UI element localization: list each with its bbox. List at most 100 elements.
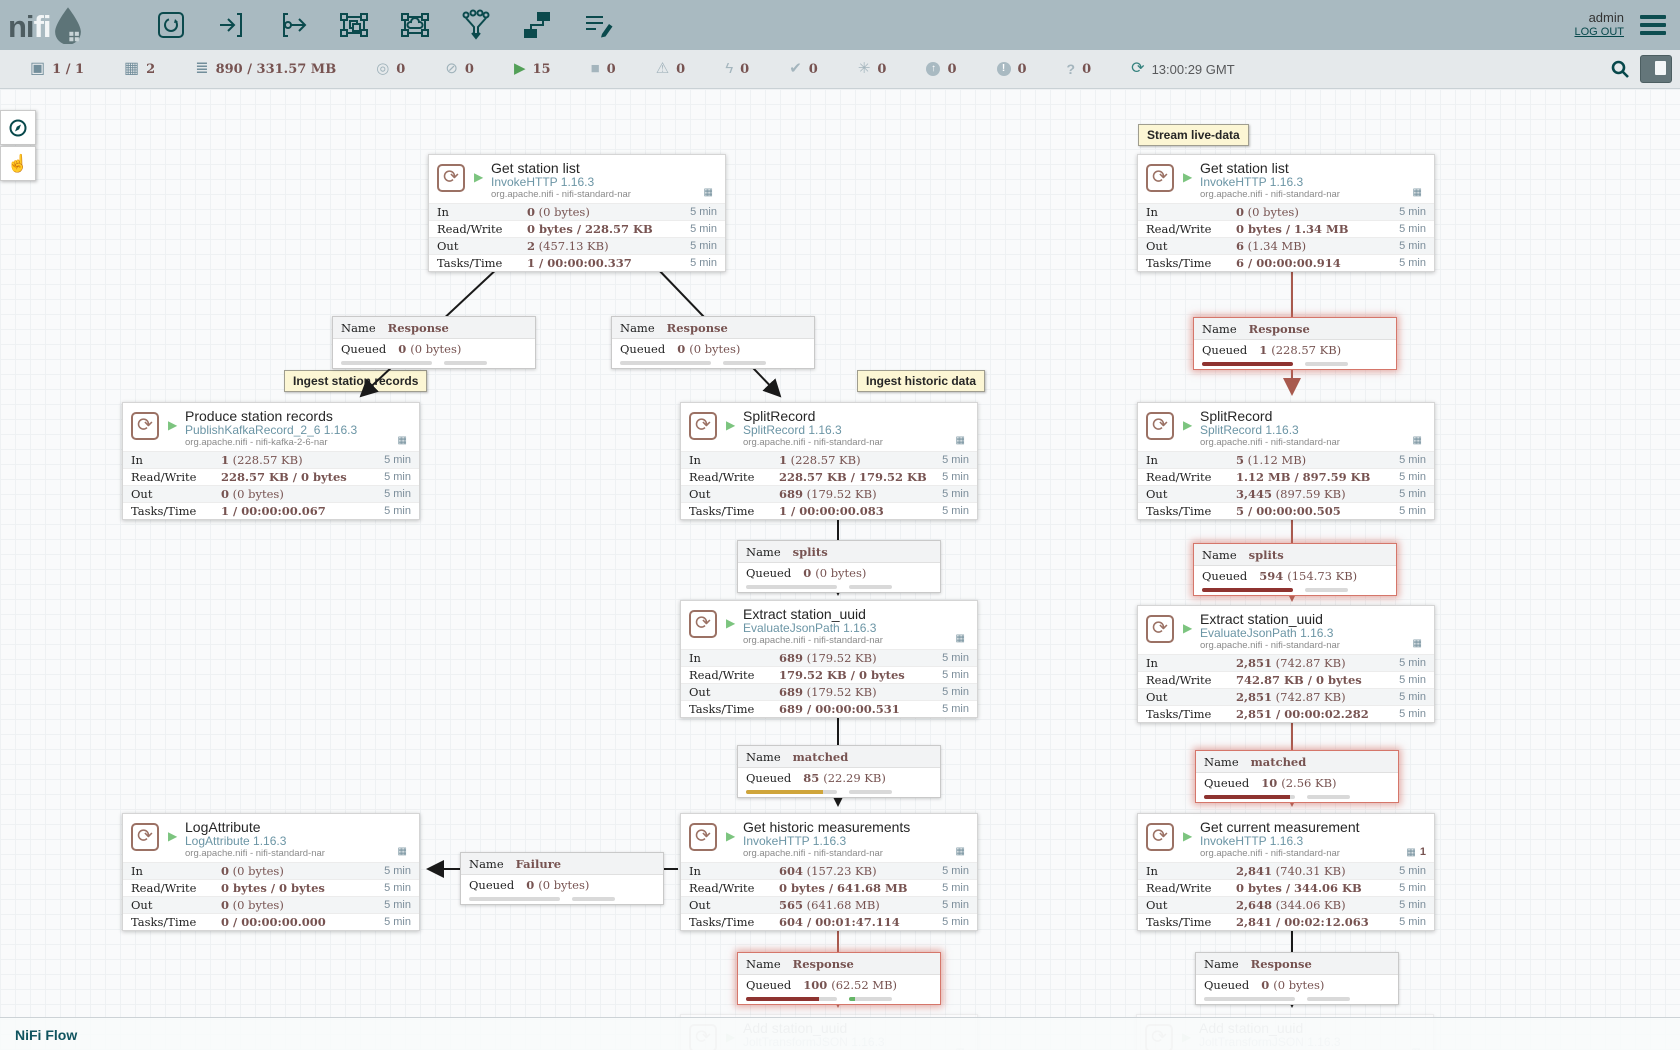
processor-name: Get station list [1200,160,1434,176]
connection-queued-row: Queued 100(62.52 MB) [738,975,940,1004]
backpressure-size-bar [849,997,891,1001]
processor-get-historic-measurements[interactable]: ⟳ ▶ Get historic measurements InvokeHTTP… [680,813,978,931]
processor-bundle: org.apache.nifi - nifi-standard-nar [491,190,725,201]
processor-get-current-measurement[interactable]: ⟳ ▶ Get current measurement InvokeHTTP 1… [1137,813,1435,931]
stat-row-tasks-time: Tasks/Time2,851 / 00:00:02.2825 min [1138,705,1434,722]
stat-row-out: Out3,445 (897.59 KB)5 min [1138,485,1434,502]
processor-bundle: org.apache.nifi - nifi-kafka-2-6-nar [185,438,419,449]
processor-header: ⟳ ▶ Get current measurement InvokeHTTP 1… [1138,814,1434,862]
stat-row-out: Out0 (0 bytes)5 min [123,485,419,502]
stat-row-tasks-time: Tasks/Time1 / 00:00:00.3375 min [429,254,725,271]
processor-name: Extract station_uuid [743,606,977,622]
processor-icon: ⟳ [1146,164,1174,192]
connection-queued-row: Queued 0(0 bytes) [612,339,814,368]
connection-resp-right-0[interactable]: Name Response Queued 0(0 bytes) [1195,952,1399,1005]
cluster-node-badge: ▦ [1413,435,1426,446]
processor-stats: In0 (0 bytes)5 minRead/Write0 bytes / 0 … [123,862,419,930]
grid-icon: ▦ [398,846,407,857]
processor-logattribute[interactable]: ⟳ ▶ LogAttribute LogAttribute 1.16.3 org… [122,813,420,931]
stat-row-read-write: Read/Write1.12 MB / 897.59 KB5 min [1138,468,1434,485]
grid-icon: ▦ [956,435,965,446]
cluster-node-badge: ▦ [956,435,969,446]
connection-queued-value: 0(0 bytes) [677,342,740,356]
processor-bundle: org.apache.nifi - nifi-standard-nar [743,636,977,647]
connection-queued-row: Queued 594(154.73 KB) [1194,566,1396,595]
backpressure-object-bar [1202,588,1293,592]
grid-icon: ▦ [1413,638,1422,649]
stat-row-tasks-time: Tasks/Time604 / 00:01:47.1145 min [681,913,977,930]
stat-row-read-write: Read/Write0 bytes / 641.68 MB5 min [681,879,977,896]
processor-get-station-list-right[interactable]: ⟳ ▶ Get station list InvokeHTTP 1.16.3 o… [1137,154,1435,272]
processor-type: EvaluateJsonPath 1.16.3 [1200,627,1434,641]
connection-name-label: Name [341,321,376,335]
processor-splitrecord-right[interactable]: ⟳ ▶ SplitRecord SplitRecord 1.16.3 org.a… [1137,402,1435,520]
stat-row-out: Out565 (641.68 MB)5 min [681,896,977,913]
connection-resp-left-2[interactable]: Name Response Queued 0(0 bytes) [611,316,815,369]
navigate-palette-icon[interactable] [0,110,36,145]
connection-name-row: Name Response [612,317,814,339]
processor-header: ⟳ ▶ Get station list InvokeHTTP 1.16.3 o… [1138,155,1434,203]
processor-bundle: org.apache.nifi - nifi-standard-nar [1200,641,1434,652]
processor-stats: In604 (157.23 KB)5 minRead/Write0 bytes … [681,862,977,930]
connection-queued-label: Queued [746,978,791,992]
processor-name: Get historic measurements [743,819,977,835]
connection-name-row: Name matched [738,746,940,768]
running-status-icon: ▶ [726,616,735,630]
connection-name-value: splits [793,545,828,559]
connection-name-row: Name Failure [461,853,663,875]
connection-queued-value: 10(2.56 KB) [1261,776,1336,790]
backpressure-object-bar [620,361,711,365]
operate-palette-icon[interactable]: ☝ [0,146,36,181]
connection-name-value: matched [793,750,849,764]
stat-row-tasks-time: Tasks/Time689 / 00:00:00.5315 min [681,700,977,717]
breadcrumb[interactable]: NiFi Flow [15,1027,77,1043]
processor-header: ⟳ ▶ LogAttribute LogAttribute 1.16.3 org… [123,814,419,862]
stat-row-tasks-time: Tasks/Time0 / 00:00:00.0005 min [123,913,419,930]
cluster-node-count: 1 [1420,846,1426,858]
connection-splits-right[interactable]: Name splits Queued 594(154.73 KB) [1193,543,1397,596]
processor-extract-station-uuid-right[interactable]: ⟳ ▶ Extract station_uuid EvaluateJsonPat… [1137,605,1435,723]
connection-queued-label: Queued [620,342,665,356]
stat-row-out: Out6 (1.34 MB)5 min [1138,237,1434,254]
processor-stats: In0 (0 bytes)5 minRead/Write0 bytes / 22… [429,203,725,271]
processor-extract-station-uuid-center[interactable]: ⟳ ▶ Extract station_uuid EvaluateJsonPat… [680,600,978,718]
connection-failure[interactable]: Name Failure Queued 0(0 bytes) [460,852,664,905]
stat-row-out: Out689 (179.52 KB)5 min [681,683,977,700]
processor-header: ⟳ ▶ Produce station records PublishKafka… [123,403,419,451]
connection-queued-label: Queued [746,566,791,580]
connection-resp-left-1[interactable]: Name Response Queued 0(0 bytes) [332,316,536,369]
cluster-node-badge: ▦ [956,633,969,644]
connection-queued-value: 1(228.57 KB) [1259,343,1341,357]
backpressure-size-bar [572,897,614,901]
processor-icon: ⟳ [689,412,717,440]
connection-matched-center[interactable]: Name matched Queued 85(22.29 KB) [737,745,941,798]
running-status-icon: ▶ [1183,418,1192,432]
connection-queued-value: 100(62.52 MB) [803,978,897,992]
connection-queued-value: 0(0 bytes) [526,878,589,892]
connection-name-row: Name Response [738,953,940,975]
backpressure-object-bar [1204,795,1295,799]
stat-row-in: In604 (157.23 KB)5 min [681,862,977,879]
connection-splits-center[interactable]: Name splits Queued 0(0 bytes) [737,540,941,593]
connection-queued-value: 0(0 bytes) [803,566,866,580]
connection-resp-center[interactable]: Name Response Queued 100(62.52 MB) [737,952,941,1005]
stat-row-in: In1 (228.57 KB)5 min [123,451,419,468]
processor-stats: In5 (1.12 MB)5 minRead/Write1.12 MB / 89… [1138,451,1434,519]
backpressure-size-bar [1307,997,1349,1001]
connection-matched-right[interactable]: Name matched Queued 10(2.56 KB) [1195,750,1399,803]
running-status-icon: ▶ [474,170,483,184]
backpressure-object-bar [746,790,837,794]
cluster-node-badge: ▦ 1 [1406,846,1426,858]
stat-row-out: Out2,648 (344.06 KB)5 min [1138,896,1434,913]
backpressure-object-bar [1202,362,1293,366]
stat-row-read-write: Read/Write0 bytes / 1.34 MB5 min [1138,220,1434,237]
stat-row-read-write: Read/Write228.57 KB / 179.52 KB5 min [681,468,977,485]
processor-get-station-list-left[interactable]: ⟳ ▶ Get station list InvokeHTTP 1.16.3 o… [428,154,726,272]
backpressure-object-bar [341,361,432,365]
backpressure-object-bar [746,585,837,589]
processor-produce-station-records[interactable]: ⟳ ▶ Produce station records PublishKafka… [122,402,420,520]
connection-name-row: Name matched [1196,751,1398,773]
connection-resp-right-1[interactable]: Name Response Queued 1(228.57 KB) [1193,317,1397,370]
processor-bundle: org.apache.nifi - nifi-standard-nar [1200,190,1434,201]
processor-splitrecord-center[interactable]: ⟳ ▶ SplitRecord SplitRecord 1.16.3 org.a… [680,402,978,520]
